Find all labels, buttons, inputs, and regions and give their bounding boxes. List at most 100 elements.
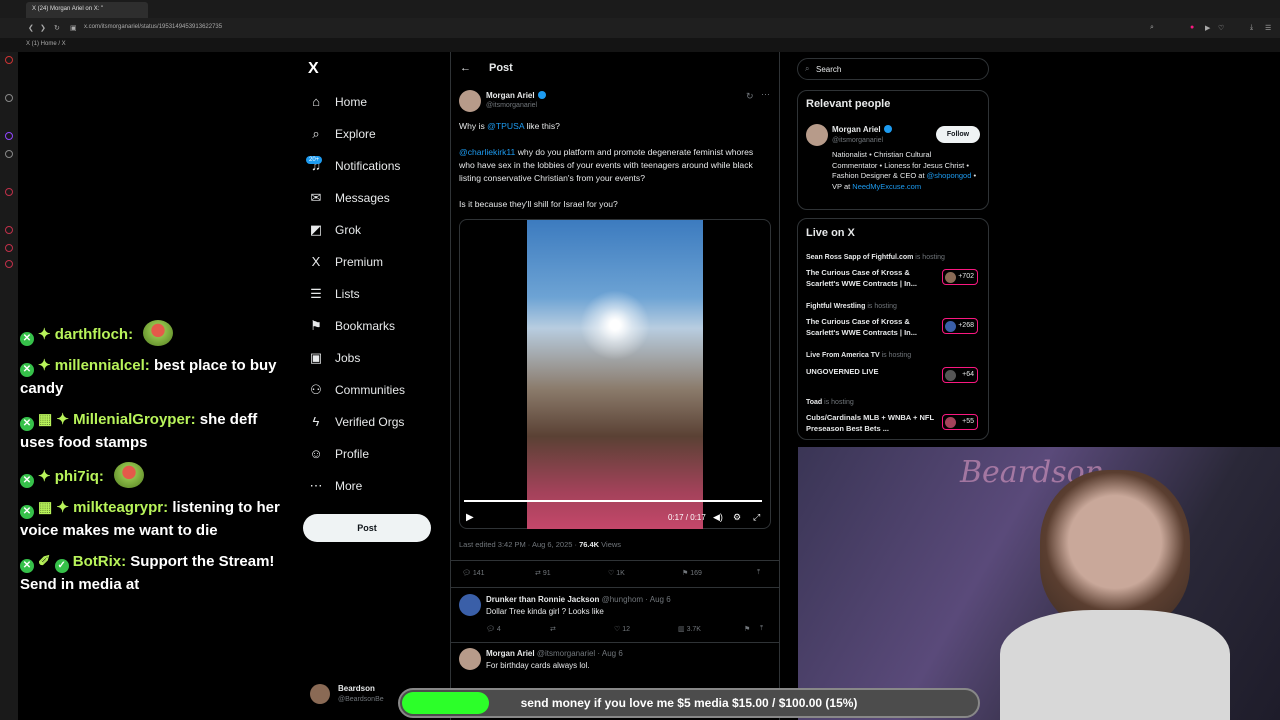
browser-tab[interactable]: X (24) Morgan Ariel on X: ": [26, 2, 148, 18]
relevant-name[interactable]: Morgan Ariel: [832, 125, 892, 134]
briefcase-icon: ▣: [309, 350, 323, 365]
zoom-icon[interactable]: ⌕: [1150, 24, 1154, 32]
nav-verified-orgs[interactable]: ϟ Verified Orgs: [308, 410, 405, 434]
nav-home[interactable]: ⌂ Home: [308, 90, 367, 114]
browser-sidebar: [0, 0, 18, 720]
forward-icon[interactable]: ❯: [40, 24, 46, 32]
grok-explain-icon[interactable]: ↻: [746, 91, 754, 102]
live-count[interactable]: +268: [942, 318, 978, 334]
grok-icon: ◩: [309, 222, 323, 237]
share-icon[interactable]: ⤒: [760, 625, 763, 633]
nav-profile[interactable]: ☺ Profile: [308, 442, 369, 466]
avatar[interactable]: [310, 684, 330, 704]
heart-icon[interactable]: ♡: [1218, 24, 1224, 32]
x-logo-icon[interactable]: X: [308, 60, 319, 78]
mention-link[interactable]: @charliekirk11: [459, 147, 515, 157]
mention-link[interactable]: @TPUSA: [487, 121, 524, 131]
reload-icon[interactable]: ↻: [54, 24, 60, 32]
live-space-title[interactable]: UNGOVERNED LIVE: [806, 367, 934, 378]
search-input[interactable]: Search: [797, 58, 989, 80]
twitch-icon[interactable]: [5, 132, 13, 140]
bio-link[interactable]: NeedMyExcuse.com: [852, 182, 921, 191]
sidebar-icon[interactable]: [5, 56, 13, 64]
reply-header[interactable]: Morgan Ariel @itsmorganariel · Aug 6: [486, 649, 623, 658]
relevant-handle[interactable]: @itsmorganariel: [832, 137, 883, 144]
sidebar-icon[interactable]: [5, 244, 13, 252]
divider: [451, 560, 779, 561]
nav-grok[interactable]: ◩ Grok: [308, 218, 361, 242]
volume-icon[interactable]: ◀): [713, 512, 723, 523]
back-icon[interactable]: ❮: [28, 24, 34, 32]
url-field[interactable]: x.com/itsmorganariel/status/195314945391…: [84, 24, 222, 30]
more-options-icon[interactable]: ⋯: [761, 89, 770, 100]
video-frame[interactable]: [527, 220, 703, 529]
record-icon[interactable]: ●: [1190, 24, 1194, 31]
author-avatar[interactable]: [459, 90, 481, 112]
bookmark-icon[interactable]: ⚑: [744, 625, 750, 633]
author-name[interactable]: Morgan Ariel: [486, 91, 546, 100]
follow-button[interactable]: Follow: [936, 126, 980, 143]
x-icon[interactable]: [5, 150, 13, 158]
nav-messages[interactable]: ✉ Messages: [308, 186, 390, 210]
notifications-badge: 20+: [306, 156, 323, 164]
live-space-title[interactable]: Cubs/Cardinals MLB + WNBA + NFL Preseaso…: [806, 413, 934, 434]
like-button[interactable]: ♡ 12: [614, 625, 630, 633]
video-progress-bar[interactable]: [464, 500, 762, 502]
reply-avatar[interactable]: [459, 648, 481, 670]
live-host[interactable]: Sean Ross Sapp of Fightful.com is hostin…: [806, 254, 945, 261]
nav-jobs[interactable]: ▣ Jobs: [308, 346, 361, 370]
relevant-bio: Nationalist • Christian Cultural Comment…: [832, 150, 977, 192]
reply-header[interactable]: Drunker than Ronnie Jackson @hunghom · A…: [486, 595, 671, 604]
sidebar-icon[interactable]: [5, 226, 13, 234]
reply-button[interactable]: 💬︎ 141: [462, 569, 485, 577]
sidebar-icon[interactable]: [5, 94, 13, 102]
tab-bar: [0, 0, 1280, 18]
sidebar-icon[interactable]: [5, 260, 13, 268]
verified-icon: [883, 125, 892, 133]
nav-more[interactable]: ⋯ More: [308, 474, 363, 498]
views-button[interactable]: ▥ 3.7K: [678, 625, 701, 633]
settings-icon[interactable]: ⚙: [733, 512, 741, 523]
menu-icon[interactable]: ☰: [1265, 24, 1271, 32]
repost-icon: ⇄: [535, 570, 543, 577]
live-space-title[interactable]: The Curious Case of Kross & Scarlett's W…: [806, 268, 934, 289]
sub-badge-icon: ▦: [38, 499, 57, 516]
author-handle[interactable]: @itsmorganariel: [486, 102, 537, 109]
reply-button[interactable]: 💬︎ 4: [486, 625, 501, 633]
live-host[interactable]: Fightful Wrestling is hosting: [806, 303, 897, 310]
play-icon[interactable]: ▶: [466, 512, 474, 523]
bookmark-home[interactable]: X (1) Home / X: [26, 41, 66, 47]
live-host[interactable]: Live From America TV is hosting: [806, 352, 911, 359]
fullscreen-icon[interactable]: ⤢: [753, 512, 760, 523]
live-host[interactable]: Toad is hosting: [806, 399, 854, 406]
nav-explore[interactable]: ⌕ Explore: [308, 122, 375, 146]
nav-bookmarks[interactable]: ⚑ Bookmarks: [308, 314, 395, 338]
bookmark-button[interactable]: ⚑ 169: [682, 569, 702, 577]
profile-icon: ☺: [309, 446, 323, 461]
video-time: 0:17 / 0:17: [668, 513, 706, 522]
verified-icon: [537, 91, 546, 99]
live-count[interactable]: +702: [942, 269, 978, 285]
bio-link[interactable]: @shopongod: [927, 171, 972, 180]
live-count[interactable]: +55: [942, 414, 978, 430]
repost-icon[interactable]: ⇄: [550, 625, 556, 633]
repost-button[interactable]: ⇄ 91: [535, 569, 551, 577]
like-button[interactable]: ♡ 1K: [608, 569, 625, 577]
back-arrow-icon[interactable]: ←: [460, 62, 471, 74]
avatar[interactable]: [806, 124, 828, 146]
donation-goal-text: send money if you love me $5 media $15.0…: [520, 696, 858, 710]
account-name[interactable]: Beardson: [338, 684, 375, 693]
nav-lists[interactable]: ☰ Lists: [308, 282, 360, 306]
nav-notifications[interactable]: ♫ Notifications: [308, 154, 400, 178]
live-space-title[interactable]: The Curious Case of Kross & Scarlett's W…: [806, 317, 934, 338]
diamond-icon: ✦: [38, 468, 55, 485]
download-icon[interactable]: ⤓: [1250, 24, 1253, 32]
nav-communities[interactable]: ⚇ Communities: [308, 378, 405, 402]
share-icon[interactable]: ⤒: [757, 569, 760, 577]
reply-avatar[interactable]: [459, 594, 481, 616]
nav-premium[interactable]: X Premium: [308, 250, 383, 274]
play-icon[interactable]: ▶: [1205, 24, 1210, 32]
live-count[interactable]: +64: [942, 367, 978, 383]
post-button[interactable]: Post: [303, 514, 431, 542]
sidebar-icon[interactable]: [5, 188, 13, 196]
